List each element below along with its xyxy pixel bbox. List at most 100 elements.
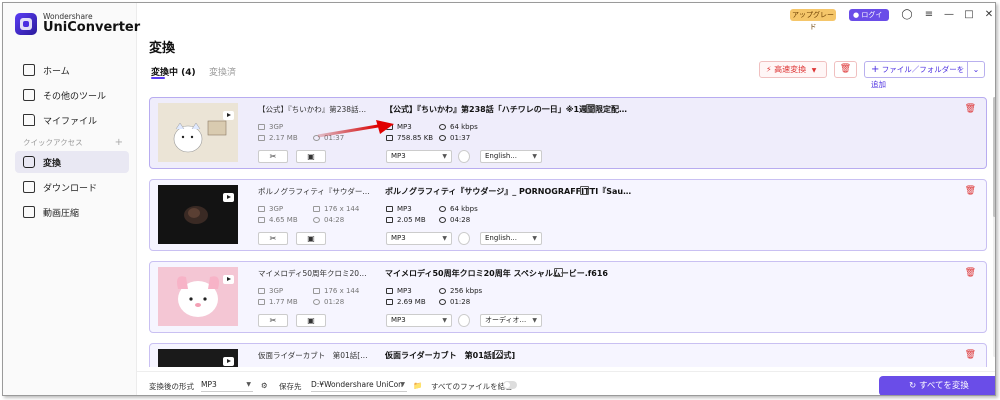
sidebar-item-label: ホーム: [43, 66, 70, 77]
delete-all-button[interactable]: 🗑: [834, 61, 857, 78]
fast-convert-button[interactable]: ⚡ 高速変換 ▼: [759, 61, 827, 78]
clock-icon: [313, 217, 320, 223]
sidebar: Wondershare UniConverter ホーム その他のツール マイフ…: [3, 3, 141, 395]
global-format-select[interactable]: MP3 ▼: [201, 378, 253, 392]
delete-file-icon[interactable]: 🗑: [965, 350, 976, 360]
file-card[interactable]: 仮面ライダーカブト 第01話[公式] 仮面ライダーカブト 第01話[公式] 🗑: [149, 343, 987, 367]
audio-select-label: English...: [485, 234, 517, 242]
close-icon[interactable]: ✕: [982, 8, 995, 22]
edit-icon[interactable]: [494, 350, 503, 359]
save-path-select[interactable]: D:¥Wondershare UniCon ▼: [311, 378, 407, 392]
sidebar-item-home[interactable]: ホーム: [15, 59, 129, 81]
settings-gear-icon[interactable]: ⚙: [261, 381, 268, 390]
folder-icon: [258, 217, 265, 223]
format-icon: [258, 124, 265, 130]
file-card[interactable]: マイメロディ50周年クロミ20周年 ... 3GP 176 x 144 1.77…: [149, 261, 987, 333]
output-format-select[interactable]: MP3 ▼: [386, 150, 452, 163]
folder-icon[interactable]: 📁: [413, 381, 422, 390]
play-icon[interactable]: [223, 193, 234, 202]
video-thumbnail[interactable]: [158, 185, 238, 244]
merge-files-toggle[interactable]: [503, 381, 517, 389]
output-title: ポルノグラフィティ『サウダージ』_ PORNOGRAFFITTI『Saudade…: [385, 187, 635, 196]
delete-file-icon[interactable]: 🗑: [965, 186, 976, 196]
audio-track-select[interactable]: オーディオ... ▼: [480, 314, 542, 327]
trim-button[interactable]: ✂: [258, 232, 288, 245]
chevron-down-icon: ▼: [532, 153, 537, 160]
video-thumbnail[interactable]: [158, 103, 238, 162]
delete-file-icon[interactable]: 🗑: [965, 268, 976, 278]
login-button[interactable]: ● ログイン: [849, 9, 889, 31]
plus-icon: +: [871, 64, 880, 75]
source-title: 【公式】『ちいかわ』第238話「ハチ...: [258, 105, 370, 114]
lightning-icon: ⚡: [766, 65, 772, 74]
tab-converting[interactable]: 変換中 (4): [151, 65, 196, 79]
sidebar-item-convert[interactable]: 変換: [15, 151, 129, 173]
edit-icon[interactable]: [580, 186, 589, 195]
page-title: 変換: [149, 41, 176, 56]
tab-converted[interactable]: 変換済: [209, 65, 236, 78]
trim-button[interactable]: ✂: [258, 150, 288, 163]
merge-files-label: すべてのファイルを結合: [431, 382, 513, 391]
output-format-select[interactable]: MP3 ▼: [386, 314, 452, 327]
sidebar-item-compress[interactable]: 動画圧縮: [15, 201, 129, 223]
chevron-down-icon: ▼: [532, 317, 537, 324]
chevron-down-icon: ⌄: [972, 65, 980, 74]
source-size: 1.77 MB: [258, 298, 298, 306]
output-format: MP3: [386, 287, 412, 295]
folder-icon: [386, 217, 393, 223]
output-bitrate: 256 kbps: [439, 287, 482, 295]
output-size: 2.05 MB: [386, 216, 426, 224]
download-icon: [23, 181, 35, 193]
crop-button[interactable]: ▣: [296, 232, 326, 245]
sidebar-item-my-files[interactable]: マイファイル: [15, 109, 129, 131]
upgrade-button[interactable]: アップグレード: [790, 9, 836, 31]
output-bitrate: 64 kbps: [439, 205, 478, 213]
convert-all-button[interactable]: ↻ すべてを変換: [879, 376, 995, 395]
file-card[interactable]: 【公式】『ちいかわ』第238話「ハチ... 3GP 2.17 MB 01:37 …: [149, 97, 987, 169]
sidebar-item-other-tools[interactable]: その他のツール: [15, 84, 129, 106]
chevron-down-icon: ▼: [532, 235, 537, 242]
crop-button[interactable]: ▣: [296, 150, 326, 163]
file-card[interactable]: ポルノグラフィティ『サウダージ』_ PO... 3GP 176 x 144 4.…: [149, 179, 987, 251]
settings-gear-icon[interactable]: [458, 150, 470, 163]
output-format-select[interactable]: MP3 ▼: [386, 232, 452, 245]
crop-button[interactable]: ▣: [296, 314, 326, 327]
quick-access-section: クイックアクセス +: [15, 135, 129, 149]
add-files-label: ファイル／フォルダーを追加: [871, 65, 965, 89]
headset-icon[interactable]: ◯: [900, 8, 914, 22]
compress-icon: [23, 206, 35, 218]
play-icon[interactable]: [223, 275, 234, 284]
scrollbar[interactable]: [993, 97, 995, 357]
scissors-icon: ✂: [269, 234, 277, 243]
brand-main: UniConverter: [43, 20, 141, 36]
settings-gear-icon[interactable]: [458, 314, 470, 327]
tools-icon: [23, 89, 35, 101]
settings-gear-icon[interactable]: [458, 232, 470, 245]
minimize-icon[interactable]: —: [942, 8, 956, 22]
sidebar-item-download[interactable]: ダウンロード: [15, 176, 129, 198]
trash-icon: 🗑: [839, 64, 852, 74]
save-path-value: D:¥Wondershare UniCon: [311, 380, 403, 389]
edit-icon[interactable]: [586, 104, 595, 113]
menu-icon[interactable]: ≡: [922, 8, 936, 22]
add-files-dropdown[interactable]: ⌄: [967, 61, 985, 78]
sidebar-item-label: ダウンロード: [43, 183, 98, 194]
output-size: 2.69 MB: [386, 298, 426, 306]
crop-icon: ▣: [307, 234, 315, 243]
play-icon[interactable]: [223, 357, 234, 366]
maximize-icon[interactable]: □: [962, 8, 976, 22]
delete-file-icon[interactable]: 🗑: [965, 104, 976, 114]
audio-track-select[interactable]: English... ▼: [480, 150, 542, 163]
play-icon[interactable]: [223, 111, 234, 120]
trim-button[interactable]: ✂: [258, 314, 288, 327]
scrollbar-thumb[interactable]: [993, 97, 995, 217]
source-title: マイメロディ50周年クロミ20周年 ...: [258, 269, 370, 278]
video-thumbnail[interactable]: [158, 349, 238, 367]
video-thumbnail[interactable]: [158, 267, 238, 326]
edit-icon[interactable]: [554, 268, 563, 277]
add-files-button[interactable]: + ファイル／フォルダーを追加: [864, 61, 968, 89]
output-title: 【公式】『ちいかわ』第238話「ハチワレの一日」※1週間限定配信...: [385, 105, 635, 114]
bitrate-icon: [439, 206, 446, 212]
quick-access-add-button[interactable]: +: [115, 137, 123, 148]
audio-track-select[interactable]: English... ▼: [480, 232, 542, 245]
